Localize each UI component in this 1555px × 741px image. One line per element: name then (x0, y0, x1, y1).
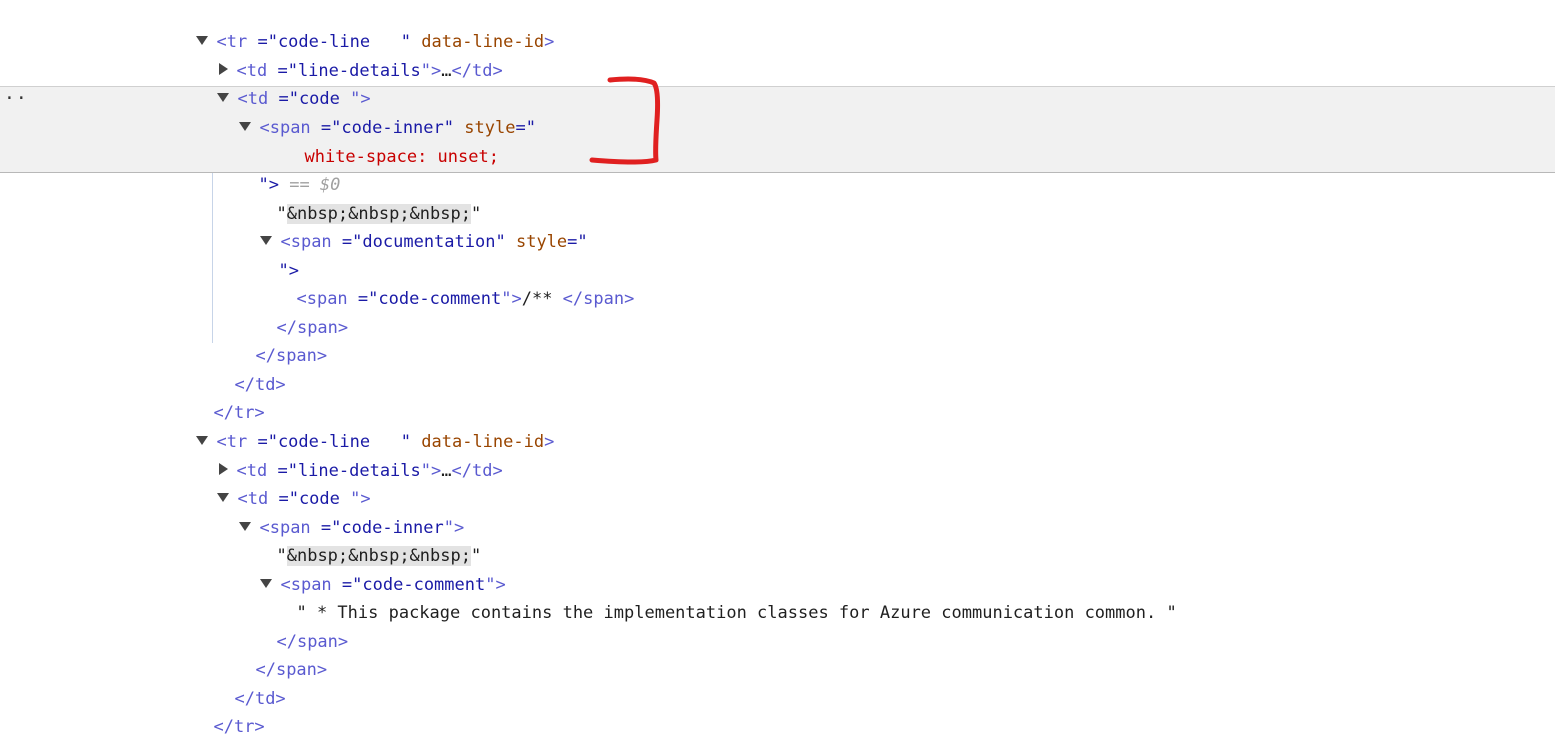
dom-node-td-code[interactable]: <td ="code "> (0, 457, 371, 509)
text-node-nbsp[interactable]: "&nbsp;&nbsp;&nbsp;" (0, 514, 481, 566)
tr-close-tag: </tr> (213, 717, 265, 737)
style-declaration: white-space: unset; (304, 147, 499, 167)
documentation-close-quote: "> (278, 261, 299, 281)
text-node-package-comment[interactable]: " * This package contains the implementa… (0, 571, 1176, 623)
dom-node-tr[interactable]: <tr ="code-line " data-line-id> (0, 400, 554, 452)
dom-node-td-line-details[interactable]: <td ="line-details">…</td> (0, 29, 503, 81)
dom-node-span-code-comment[interactable]: <span ="code-comment">/** </span> (0, 257, 634, 309)
dom-node-span-code-inner[interactable]: <span ="code-inner"> (0, 486, 464, 538)
span-close-tag: </span> (255, 660, 328, 680)
text-node-nbsp[interactable]: "&nbsp;&nbsp;&nbsp;" (0, 172, 481, 224)
span-close-tag: </span> (255, 346, 328, 366)
dom-node-tr[interactable]: <tr ="code-line " data-line-id> (0, 0, 554, 52)
td-close-tag: </td> (234, 689, 286, 709)
span-close-tag: </span> (276, 318, 349, 338)
tr-close-tag: </tr> (213, 403, 265, 423)
span-close-tag: </span> (276, 632, 349, 652)
dom-node-span-code-inner-selected[interactable]: <span ="code-inner" style=" (0, 86, 536, 138)
dom-node-td-line-details[interactable]: <td ="line-details">…</td> (0, 429, 503, 481)
dom-node-span-documentation[interactable]: <span ="documentation" style=" (0, 200, 588, 252)
dom-node-td-code[interactable]: <td ="code "> (0, 57, 371, 109)
dom-node-span-code-comment[interactable]: <span ="code-comment"> (0, 543, 506, 595)
td-close-tag: </td> (234, 375, 286, 395)
selected-node-close: "> == $0 (258, 175, 341, 195)
